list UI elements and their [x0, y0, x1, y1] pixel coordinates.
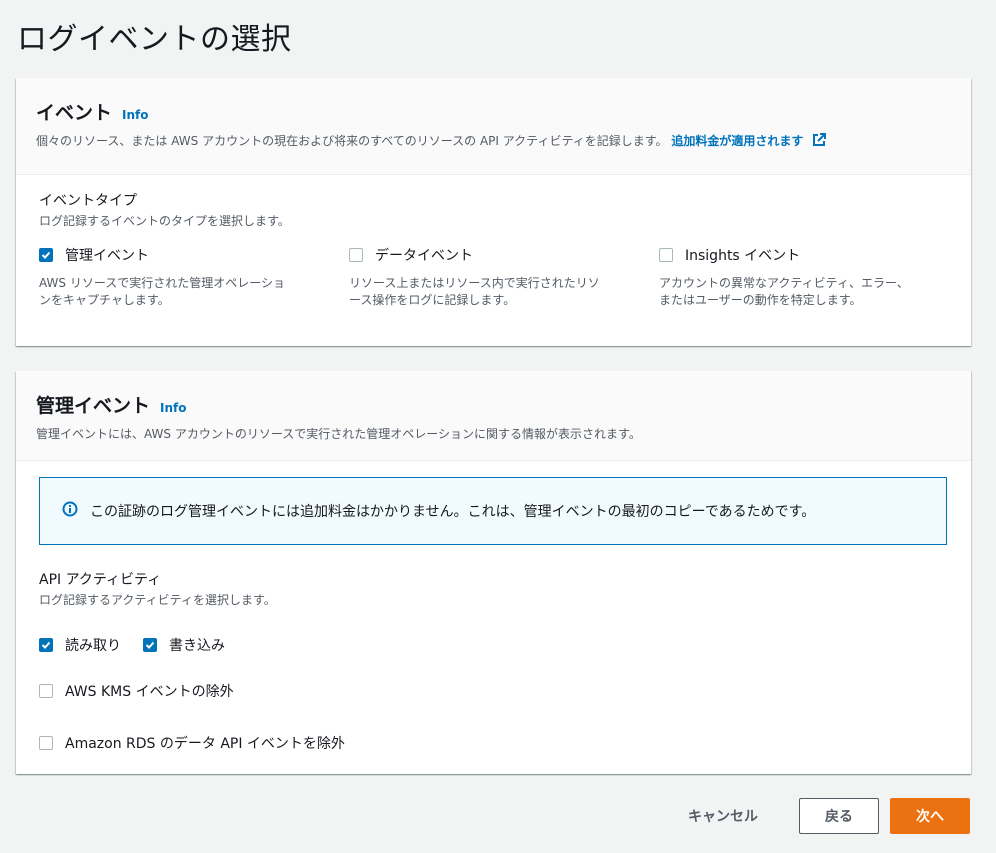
- write-checkbox[interactable]: [143, 638, 157, 652]
- management-events-checkbox[interactable]: [39, 248, 53, 262]
- exclude-kms-label: AWS KMS イベントの除外: [65, 684, 234, 700]
- management-events-description: AWS リソースで実行された管理オペレーショ ンをキャプチャします。: [39, 275, 324, 309]
- back-button[interactable]: 戻る: [799, 798, 879, 834]
- data-events-desc-line1: リソース上またはリソース内で実行されたリソ: [349, 276, 600, 290]
- insights-events-label: Insights イベント: [685, 248, 801, 264]
- data-events-description: リソース上またはリソース内で実行されたリソ ース操作をログに記録します。: [349, 275, 634, 309]
- events-panel: イベント Info 個々のリソース、または AWS アカウントの現在および将来の…: [16, 78, 971, 346]
- api-activity-options: 読み取り 書き込み: [39, 635, 225, 655]
- management-panel-title: 管理イベント: [36, 395, 151, 417]
- write-label: 書き込み: [169, 638, 225, 654]
- api-activity-description: ログ記録するアクティビティを選択します。: [39, 593, 276, 607]
- event-type-label: イベントタイプ: [39, 193, 137, 209]
- data-events-label: データイベント: [375, 248, 473, 264]
- insights-events-description: アカウントの異常なアクティビティ、エラー、 またはユーザーの動作を特定します。: [659, 275, 944, 309]
- info-alert: この証跡のログ管理イベントには追加料金はかかりません。これは、管理イベントの最初…: [39, 477, 947, 545]
- events-panel-header: イベント Info 個々のリソース、または AWS アカウントの現在および将来の…: [16, 78, 971, 175]
- additional-charges-link[interactable]: 追加料金が適用されます: [671, 133, 826, 150]
- option-data-events[interactable]: データイベント リソース上またはリソース内で実行されたリソ ース操作をログに記録…: [349, 245, 634, 309]
- read-checkbox[interactable]: [39, 638, 53, 652]
- next-button[interactable]: 次へ: [890, 798, 970, 834]
- page-title: ログイベントの選択: [17, 22, 292, 57]
- alert-text: この証跡のログ管理イベントには追加料金はかかりません。これは、管理イベントの最初…: [90, 504, 816, 520]
- exclude-rds-label: Amazon RDS のデータ API イベントを除外: [65, 736, 345, 752]
- read-label: 読み取り: [65, 638, 121, 654]
- events-panel-description: 個々のリソース、または AWS アカウントの現在および将来のすべてのリソースの …: [36, 132, 951, 150]
- info-icon: [62, 501, 78, 521]
- events-info-link[interactable]: Info: [122, 108, 148, 122]
- data-events-checkbox[interactable]: [349, 248, 363, 262]
- option-insights-events[interactable]: Insights イベント アカウントの異常なアクティビティ、エラー、 またはユ…: [659, 245, 944, 309]
- event-type-field: イベントタイプ ログ記録するイベントのタイプを選択します。: [39, 190, 290, 229]
- api-activity-label: API アクティビティ: [39, 572, 162, 588]
- management-info-link[interactable]: Info: [160, 401, 186, 415]
- management-events-panel: 管理イベント Info 管理イベントには、AWS アカウントのリソースで実行され…: [16, 371, 971, 774]
- insights-events-desc-line1: アカウントの異常なアクティビティ、エラー、: [659, 276, 909, 290]
- management-events-desc-line2: ンをキャプチャします。: [39, 293, 170, 307]
- exclude-rds-checkbox[interactable]: [39, 736, 53, 750]
- management-events-desc-line1: AWS リソースで実行された管理オペレーショ: [39, 276, 286, 290]
- management-panel-header: 管理イベント Info 管理イベントには、AWS アカウントのリソースで実行され…: [16, 371, 971, 461]
- external-link-icon: [812, 133, 826, 150]
- data-events-desc-line2: ース操作をログに記録します。: [349, 293, 516, 307]
- api-activity-field: API アクティビティ ログ記録するアクティビティを選択します。: [39, 569, 276, 608]
- management-panel-description: 管理イベントには、AWS アカウントのリソースで実行された管理オペレーションに関…: [36, 427, 641, 441]
- events-description-text: 個々のリソース、または AWS アカウントの現在および将来のすべてのリソースの …: [36, 134, 668, 148]
- exclude-kms-option[interactable]: AWS KMS イベントの除外: [39, 681, 234, 701]
- option-management-events[interactable]: 管理イベント AWS リソースで実行された管理オペレーショ ンをキャプチャします…: [39, 245, 324, 309]
- event-type-description: ログ記録するイベントのタイプを選択します。: [39, 214, 290, 228]
- exclude-kms-checkbox[interactable]: [39, 684, 53, 698]
- exclude-rds-option[interactable]: Amazon RDS のデータ API イベントを除外: [39, 733, 345, 753]
- additional-charges-link-text: 追加料金が適用されます: [671, 134, 804, 148]
- insights-events-checkbox[interactable]: [659, 248, 673, 262]
- insights-events-desc-line2: またはユーザーの動作を特定します。: [659, 293, 862, 307]
- events-panel-title: イベント: [36, 102, 113, 124]
- cancel-button[interactable]: キャンセル: [668, 798, 778, 834]
- management-events-label: 管理イベント: [65, 248, 149, 264]
